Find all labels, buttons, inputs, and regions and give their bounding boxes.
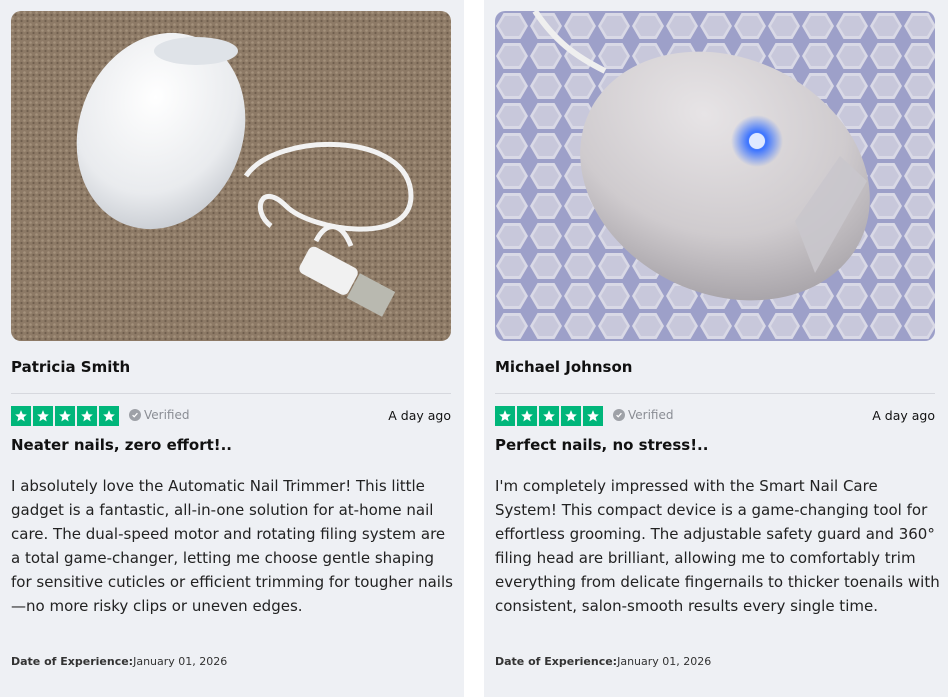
date-of-experience-label: Date of Experience: xyxy=(495,655,618,668)
divider xyxy=(495,393,935,394)
star-icon xyxy=(77,406,97,426)
star-icon xyxy=(33,406,53,426)
review-body: I absolutely love the Automatic Nail Tri… xyxy=(11,477,453,615)
star-icon xyxy=(99,406,119,426)
review-date-ago: A day ago xyxy=(872,408,935,423)
date-of-experience-label: Date of Experience: xyxy=(11,655,134,668)
verified-badge: Verified xyxy=(613,408,674,422)
review-headline: Neater nails, zero effort!.. xyxy=(11,436,233,454)
date-of-experience: Date of Experience:January 01, 2026 xyxy=(11,655,227,668)
star-icon xyxy=(495,406,515,426)
reviewer-name: Patricia Smith xyxy=(11,358,131,376)
date-of-experience-value: January 01, 2026 xyxy=(617,655,712,668)
star-icon xyxy=(517,406,537,426)
verified-check-icon xyxy=(129,409,141,421)
verified-check-icon xyxy=(613,409,625,421)
divider xyxy=(11,393,451,394)
star-icon xyxy=(55,406,75,426)
review-photo[interactable] xyxy=(495,11,935,341)
reviewer-name: Michael Johnson xyxy=(495,358,633,376)
review-headline: Perfect nails, no stress!.. xyxy=(495,436,709,454)
star-icon xyxy=(11,406,31,426)
review-date-ago: A day ago xyxy=(388,408,451,423)
review-photo-image xyxy=(495,11,935,341)
date-of-experience: Date of Experience:January 01, 2026 xyxy=(495,655,711,668)
review-card: Patricia Smith Verified A day ago Neater… xyxy=(0,0,464,697)
review-body: I'm completely impressed with the Smart … xyxy=(495,477,940,615)
review-photo-image xyxy=(11,11,451,341)
verified-label: Verified xyxy=(144,408,190,422)
review-card: Michael Johnson Verified A day ago Perfe… xyxy=(484,0,948,697)
review-photo[interactable] xyxy=(11,11,451,341)
verified-badge: Verified xyxy=(129,408,190,422)
star-rating xyxy=(495,406,603,426)
star-icon xyxy=(539,406,559,426)
date-of-experience-value: January 01, 2026 xyxy=(133,655,228,668)
verified-label: Verified xyxy=(628,408,674,422)
star-icon xyxy=(583,406,603,426)
star-icon xyxy=(561,406,581,426)
star-rating xyxy=(11,406,119,426)
